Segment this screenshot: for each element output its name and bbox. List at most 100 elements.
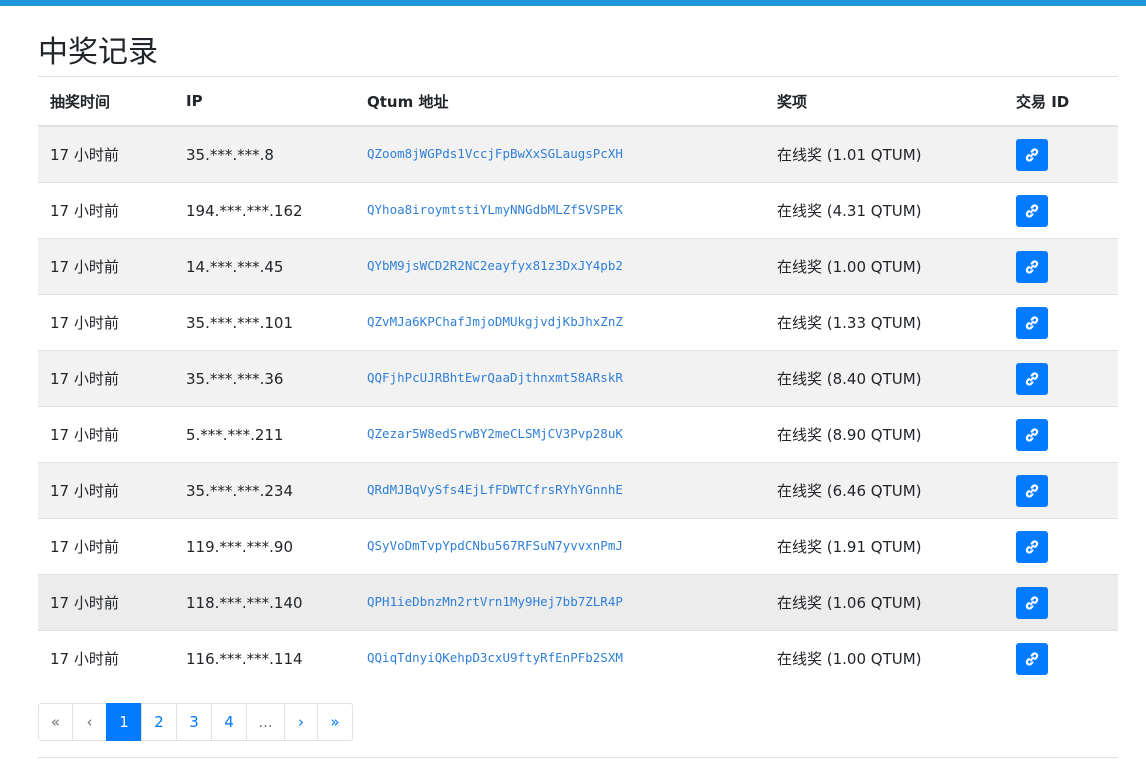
header-prize: 奖项 — [765, 77, 1004, 127]
tx-link-button[interactable] — [1016, 474, 1048, 507]
tx-link-button[interactable] — [1016, 586, 1048, 619]
cell-address: QZvMJa6KPChafJmjoDMUkgjvdjKbJhxZnZ — [355, 294, 765, 351]
table-row: 17 小时前 5.***.***.211 QZezar5W8edSrwBY2meCL… — [38, 406, 1118, 463]
header-address: Qtum 地址 — [355, 77, 765, 127]
page-1-button[interactable]: 1 — [106, 703, 142, 741]
tx-link-button[interactable] — [1016, 194, 1048, 227]
cell-time: 17 小时前 — [38, 182, 174, 239]
address-link[interactable]: QYbM9jsWCD2R2NC2eayfyx81z3DxJY4pb2 — [367, 258, 623, 273]
address-link[interactable]: QQFjhPcUJRBhtEwrQaaDjthnxmt58ARskR — [367, 370, 623, 385]
cell-ip: 116.***.***.114 — [174, 630, 355, 686]
cell-ip: 35.***.***.8 — [174, 125, 355, 183]
cell-time: 17 小时前 — [38, 518, 174, 575]
cell-tx — [1004, 182, 1118, 239]
link-icon — [1024, 259, 1040, 275]
cell-prize: 在线奖 (8.90 QTUM) — [765, 406, 1004, 463]
page-prev-button[interactable]: ‹ — [72, 703, 107, 741]
address-link[interactable]: QYhoa8iroymtstiYLmyNNGdbMLZfSVSPEK — [367, 202, 623, 217]
cell-address: QYbM9jsWCD2R2NC2eayfyx81z3DxJY4pb2 — [355, 238, 765, 295]
cell-ip: 118.***.***.140 — [174, 574, 355, 631]
table-row: 17 小时前 118.***.***.140 QPH1ieDbnzMn2rtVrn1… — [38, 574, 1118, 631]
tx-link-button[interactable] — [1016, 362, 1048, 395]
cell-prize: 在线奖 (1.00 QTUM) — [765, 630, 1004, 686]
tx-link-button[interactable] — [1016, 642, 1048, 675]
cell-ip: 14.***.***.45 — [174, 238, 355, 295]
tx-link-button[interactable] — [1016, 306, 1048, 339]
table-row: 17 小时前 35.***.***.36 QQFjhPcUJRBhtEwrQaaDj… — [38, 350, 1118, 407]
table-row: 17 小时前 194.***.***.162 QYhoa8iroymtstiYLmy… — [38, 182, 1118, 239]
cell-address: QYhoa8iroymtstiYLmyNNGdbMLZfSVSPEK — [355, 182, 765, 239]
header-time: 抽奖时间 — [38, 77, 174, 127]
cell-tx — [1004, 238, 1118, 295]
page-4-button[interactable]: 4 — [211, 703, 247, 741]
cell-time: 17 小时前 — [38, 238, 174, 295]
address-link[interactable]: QSyVoDmTvpYpdCNbu567RFSuN7yvvxnPmJ — [367, 538, 623, 553]
address-link[interactable]: QZvMJa6KPChafJmjoDMUkgjvdjKbJhxZnZ — [367, 314, 623, 329]
cell-address: QZezar5W8edSrwBY2meCLSMjCV3Pvp28uK — [355, 406, 765, 463]
table-row: 17 小时前 35.***.***.234 QRdMJBqVySfs4EjLfFDW… — [38, 462, 1118, 519]
cell-ip: 194.***.***.162 — [174, 182, 355, 239]
cell-address: QZoom8jWGPds1VccjFpBwXxSGLaugsPcXH — [355, 125, 765, 183]
page-3-button[interactable]: 3 — [176, 703, 212, 741]
cell-tx — [1004, 518, 1118, 575]
cell-address: QQiqTdnyiQKehpD3cxU9ftyRfEnPFb2SXM — [355, 630, 765, 686]
cell-tx — [1004, 406, 1118, 463]
link-icon — [1024, 427, 1040, 443]
pagination: « ‹ 1 2 3 4 ... › » — [38, 703, 353, 741]
table-row: 17 小时前 119.***.***.90 QSyVoDmTvpYpdCNbu567… — [38, 518, 1118, 575]
link-icon — [1024, 371, 1040, 387]
tx-link-button[interactable] — [1016, 138, 1048, 171]
cell-time: 17 小时前 — [38, 125, 174, 183]
link-icon — [1024, 483, 1040, 499]
cell-tx — [1004, 125, 1118, 183]
cell-tx — [1004, 350, 1118, 407]
page-title: 中奖记录 — [38, 6, 1118, 77]
page-last-button[interactable]: » — [317, 703, 353, 741]
page-ellipsis: ... — [246, 703, 285, 741]
page-2-button[interactable]: 2 — [141, 703, 177, 741]
cell-prize: 在线奖 (1.91 QTUM) — [765, 518, 1004, 575]
cell-ip: 5.***.***.211 — [174, 406, 355, 463]
address-link[interactable]: QZoom8jWGPds1VccjFpBwXxSGLaugsPcXH — [367, 146, 623, 161]
header-tx: 交易 ID — [1004, 77, 1118, 127]
cell-address: QSyVoDmTvpYpdCNbu567RFSuN7yvvxnPmJ — [355, 518, 765, 575]
page-next-button[interactable]: › — [284, 703, 318, 741]
header-ip: IP — [174, 77, 355, 127]
address-link[interactable]: QZezar5W8edSrwBY2meCLSMjCV3Pvp28uK — [367, 426, 623, 441]
cell-address: QRdMJBqVySfs4EjLfFDWTCfrsRYhYGnnhE — [355, 462, 765, 519]
tx-link-button[interactable] — [1016, 250, 1048, 283]
cell-prize: 在线奖 (1.01 QTUM) — [765, 125, 1004, 183]
tx-link-button[interactable] — [1016, 530, 1048, 563]
link-icon — [1024, 203, 1040, 219]
table-row: 17 小时前 35.***.***.101 QZvMJa6KPChafJmjoDMU… — [38, 294, 1118, 351]
cell-address: QQFjhPcUJRBhtEwrQaaDjthnxmt58ARskR — [355, 350, 765, 407]
table-body: 17 小时前 35.***.***.8 QZoom8jWGPds1VccjFpBwX… — [38, 125, 1118, 686]
cell-time: 17 小时前 — [38, 350, 174, 407]
cell-prize: 在线奖 (1.33 QTUM) — [765, 294, 1004, 351]
address-link[interactable]: QRdMJBqVySfs4EjLfFDWTCfrsRYhYGnnhE — [367, 482, 623, 497]
cell-time: 17 小时前 — [38, 574, 174, 631]
link-icon — [1024, 651, 1040, 667]
link-icon — [1024, 539, 1040, 555]
address-link[interactable]: QQiqTdnyiQKehpD3cxU9ftyRfEnPFb2SXM — [367, 650, 623, 665]
cell-address: QPH1ieDbnzMn2rtVrn1My9Hej7bb7ZLR4P — [355, 574, 765, 631]
table-row: 17 小时前 14.***.***.45 QYbM9jsWCD2R2NC2eayfy… — [38, 238, 1118, 295]
cell-tx — [1004, 294, 1118, 351]
table-row: 17 小时前 116.***.***.114 QQiqTdnyiQKehpD3cxU… — [38, 630, 1118, 686]
tx-link-button[interactable] — [1016, 418, 1048, 451]
page-first-button[interactable]: « — [38, 703, 73, 741]
cell-time: 17 小时前 — [38, 630, 174, 686]
cell-tx — [1004, 462, 1118, 519]
cell-time: 17 小时前 — [38, 462, 174, 519]
address-link[interactable]: QPH1ieDbnzMn2rtVrn1My9Hej7bb7ZLR4P — [367, 594, 623, 609]
table-row: 17 小时前 35.***.***.8 QZoom8jWGPds1VccjFpBwX… — [38, 125, 1118, 183]
cell-tx — [1004, 630, 1118, 686]
table-header: 抽奖时间 IP Qtum 地址 奖项 交易 ID — [38, 77, 1118, 127]
cell-ip: 35.***.***.101 — [174, 294, 355, 351]
main-container: 中奖记录 抽奖时间 IP Qtum 地址 奖项 交易 ID 17 小时前 35.*… — [38, 6, 1118, 686]
cell-prize: 在线奖 (1.06 QTUM) — [765, 574, 1004, 631]
cell-prize: 在线奖 (6.46 QTUM) — [765, 462, 1004, 519]
footer-divider — [38, 757, 1118, 758]
cell-time: 17 小时前 — [38, 294, 174, 351]
link-icon — [1024, 315, 1040, 331]
